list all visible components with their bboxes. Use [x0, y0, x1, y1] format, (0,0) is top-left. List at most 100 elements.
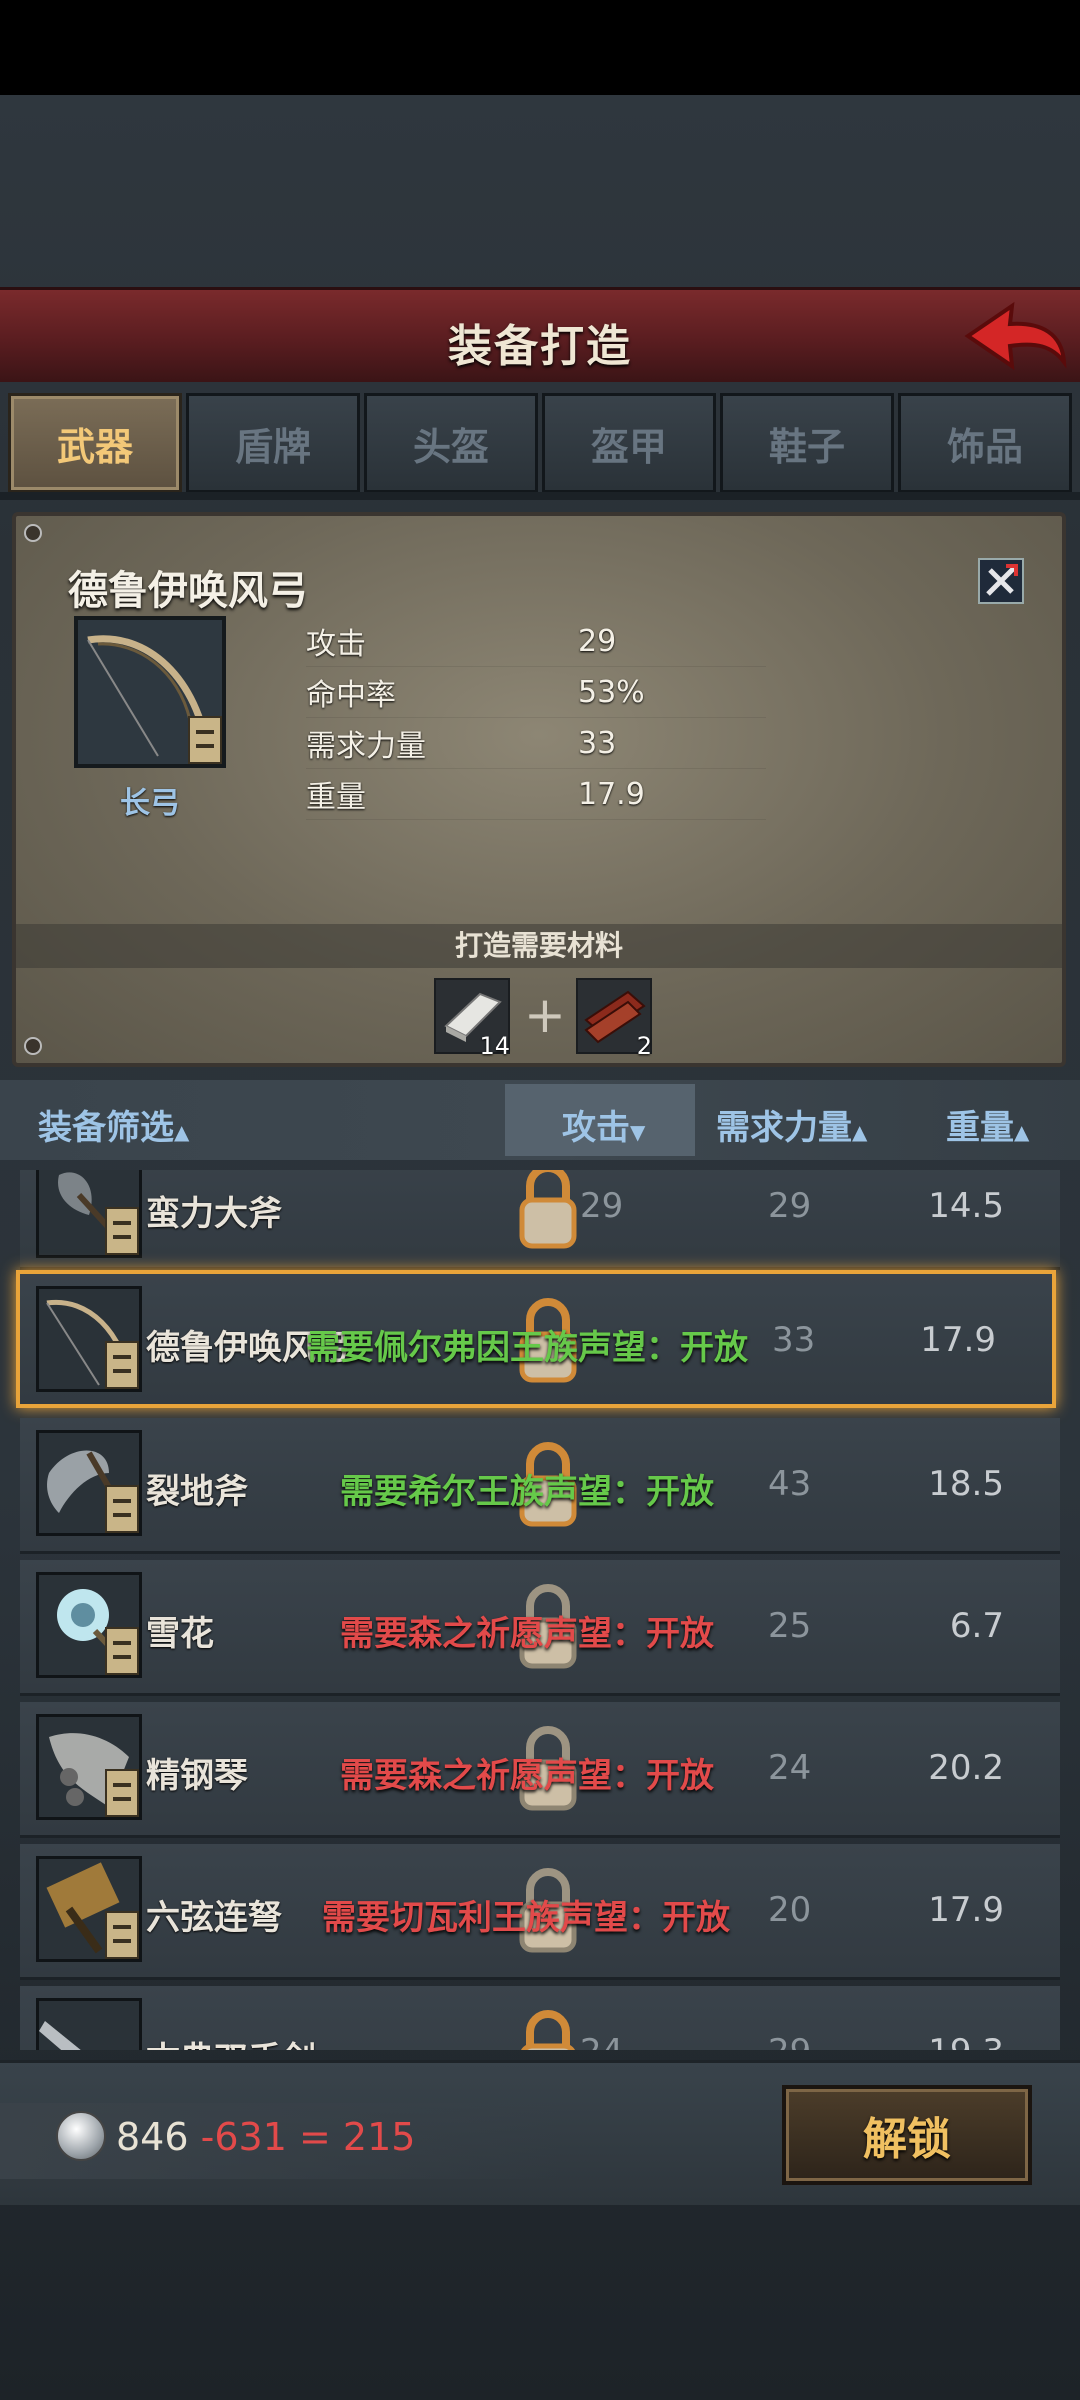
category-tabs: 武器 盾牌 头盔 盔甲 鞋子 饰品	[8, 393, 1072, 493]
strength-value: 29	[768, 1186, 812, 1226]
weight-value: 6.7	[949, 1606, 1004, 1646]
sort-down-icon: ▼	[630, 1120, 646, 1144]
col-label: 需求力量	[716, 1108, 852, 1148]
sword-icon	[39, 2021, 81, 2050]
tier-badge-icon	[105, 1485, 139, 1533]
stat-value: 29	[578, 623, 617, 659]
tab-label: 盔甲	[590, 424, 667, 469]
tier-badge-icon	[188, 716, 222, 764]
sort-up-icon: ▲	[852, 1120, 868, 1144]
strength-value: 24	[768, 1748, 812, 1788]
stat-label: 攻击	[306, 627, 366, 662]
list-item[interactable]: 蛮力大斧 29 29 14.5	[20, 1170, 1060, 1270]
unlock-button[interactable]: 解锁	[782, 2085, 1032, 2185]
unlock-requirement: 需要希尔王族声望：开放	[340, 1472, 714, 1512]
material-count: 2	[636, 1032, 652, 1060]
stat-label: 需求力量	[306, 729, 426, 764]
coin-amount: 846	[116, 2115, 189, 2159]
tab-armor[interactable]: 盔甲	[542, 393, 716, 493]
item-icon	[36, 1430, 142, 1536]
unlock-requirement: 需要佩尔弗因王族声望：开放	[306, 1328, 748, 1368]
pin-icon	[24, 1037, 42, 1055]
list-item-selected[interactable]: 德鲁伊唤风弓 需要佩尔弗因王族声望：开放 33 17.9	[16, 1270, 1056, 1408]
pin-icon	[24, 524, 42, 542]
tab-label: 盾牌	[234, 424, 311, 469]
unlock-requirement: 需要切瓦利王族声望：开放	[322, 1898, 730, 1938]
weight-value: 17.9	[928, 1890, 1004, 1930]
list-item[interactable]: 古典双手剑 24 29 19.3	[20, 1986, 1060, 2050]
tab-label: 饰品	[946, 424, 1023, 469]
weight-value: 14.5	[928, 1186, 1004, 1226]
stat-row: 需求力量 33	[306, 718, 766, 769]
list-item[interactable]: 六弦连弩 需要切瓦利王族声望：开放 20 17.9	[20, 1844, 1060, 1980]
tab-label: 头盔	[412, 424, 489, 469]
list-item[interactable]: 裂地斧 需要希尔王族声望：开放 43 18.5	[20, 1418, 1060, 1554]
currency-calc: 846 -631 = 215	[116, 2115, 415, 2159]
equipment-filter-button[interactable]: 装备筛选▲	[38, 1100, 189, 1149]
item-name: 裂地斧	[146, 1472, 248, 1512]
coin-cost: -631	[200, 2115, 287, 2159]
silver-coin-icon	[56, 2111, 106, 2161]
equipment-list: 蛮力大斧 29 29 14.5 德鲁伊唤风弓 需要佩尔弗因王族声望：开放 33 …	[0, 1170, 1080, 2050]
tier-badge-icon	[105, 1207, 139, 1255]
tab-helmet[interactable]: 头盔	[364, 393, 538, 493]
header-bar: 装备打造	[0, 287, 1080, 382]
sort-strength-header[interactable]: 需求力量▲	[716, 1100, 867, 1149]
sort-weight-header[interactable]: 重量▲	[946, 1100, 1029, 1149]
tier-badge-icon	[105, 1769, 139, 1817]
item-name: 六弦连弩	[146, 1898, 282, 1938]
list-item[interactable]: 雪花 需要森之祈愿声望：开放 25 6.7	[20, 1560, 1060, 1696]
tab-weapon[interactable]: 武器	[8, 393, 182, 493]
item-detail-card: 德鲁伊唤风弓 长弓 攻击 29 命中率 53% 需求力量 33 重量 17.9 打造需要…	[12, 512, 1066, 1067]
stat-value: 17.9	[578, 776, 645, 812]
stat-row: 重量 17.9	[306, 769, 766, 820]
item-name: 精钢琴	[146, 1756, 248, 1796]
plus-icon: +	[524, 986, 566, 1044]
back-arrow-icon	[964, 301, 1067, 371]
list-item[interactable]: 精钢琴 需要森之祈愿声望：开放 24 20.2	[20, 1702, 1060, 1838]
strength-value: 33	[772, 1320, 816, 1360]
item-icon	[36, 1998, 142, 2050]
col-label: 攻击	[562, 1108, 630, 1148]
compare-icon[interactable]	[978, 558, 1024, 604]
weight-value: 17.9	[920, 1320, 996, 1360]
divider	[0, 492, 1080, 500]
unlock-requirement: 需要森之祈愿声望：开放	[340, 1614, 714, 1654]
sort-up-icon: ▲	[1014, 1120, 1030, 1144]
materials-title: 打造需要材料	[16, 924, 1062, 968]
tab-shield[interactable]: 盾牌	[186, 393, 360, 493]
sort-attack-header[interactable]: 攻击▼	[562, 1100, 645, 1149]
material-slot[interactable]: 2	[576, 978, 652, 1060]
tier-badge-icon	[105, 1341, 139, 1389]
bottom-bar: 846 -631 = 215 解锁	[0, 2060, 1080, 2205]
attack-value: 24	[580, 2032, 623, 2050]
material-slot[interactable]: 14	[434, 978, 510, 1060]
sort-up-icon: ▲	[174, 1120, 190, 1144]
unlock-requirement: 需要森之祈愿声望：开放	[340, 1756, 714, 1796]
status-bar-area	[0, 0, 1080, 95]
weight-value: 18.5	[928, 1464, 1004, 1504]
tab-accessory[interactable]: 饰品	[898, 393, 1072, 493]
weight-value: 20.2	[928, 1748, 1004, 1788]
item-icon	[74, 616, 226, 768]
tab-label: 鞋子	[768, 424, 845, 469]
filter-bar: 装备筛选▲ 攻击▼ 需求力量▲ 重量▲	[0, 1080, 1080, 1160]
item-icon	[36, 1170, 142, 1258]
item-icon	[36, 1572, 142, 1678]
tab-boots[interactable]: 鞋子	[720, 393, 894, 493]
page-title: 装备打造	[448, 321, 632, 372]
item-icon	[36, 1856, 142, 1962]
stat-label: 命中率	[306, 678, 396, 713]
stat-row: 攻击 29	[306, 616, 766, 667]
coin-result: 215	[342, 2115, 416, 2159]
stat-value: 53%	[578, 674, 645, 710]
strength-value: 20	[768, 1890, 812, 1930]
item-icon	[36, 1286, 142, 1392]
tier-badge-icon	[105, 1911, 139, 1959]
equals-sign: =	[298, 2115, 331, 2159]
back-button[interactable]	[960, 300, 1070, 372]
item-stats: 攻击 29 命中率 53% 需求力量 33 重量 17.9	[306, 616, 766, 820]
item-icon	[36, 1714, 142, 1820]
attack-value: 29	[580, 1186, 624, 1226]
weight-value: 19.3	[928, 2032, 1004, 2050]
